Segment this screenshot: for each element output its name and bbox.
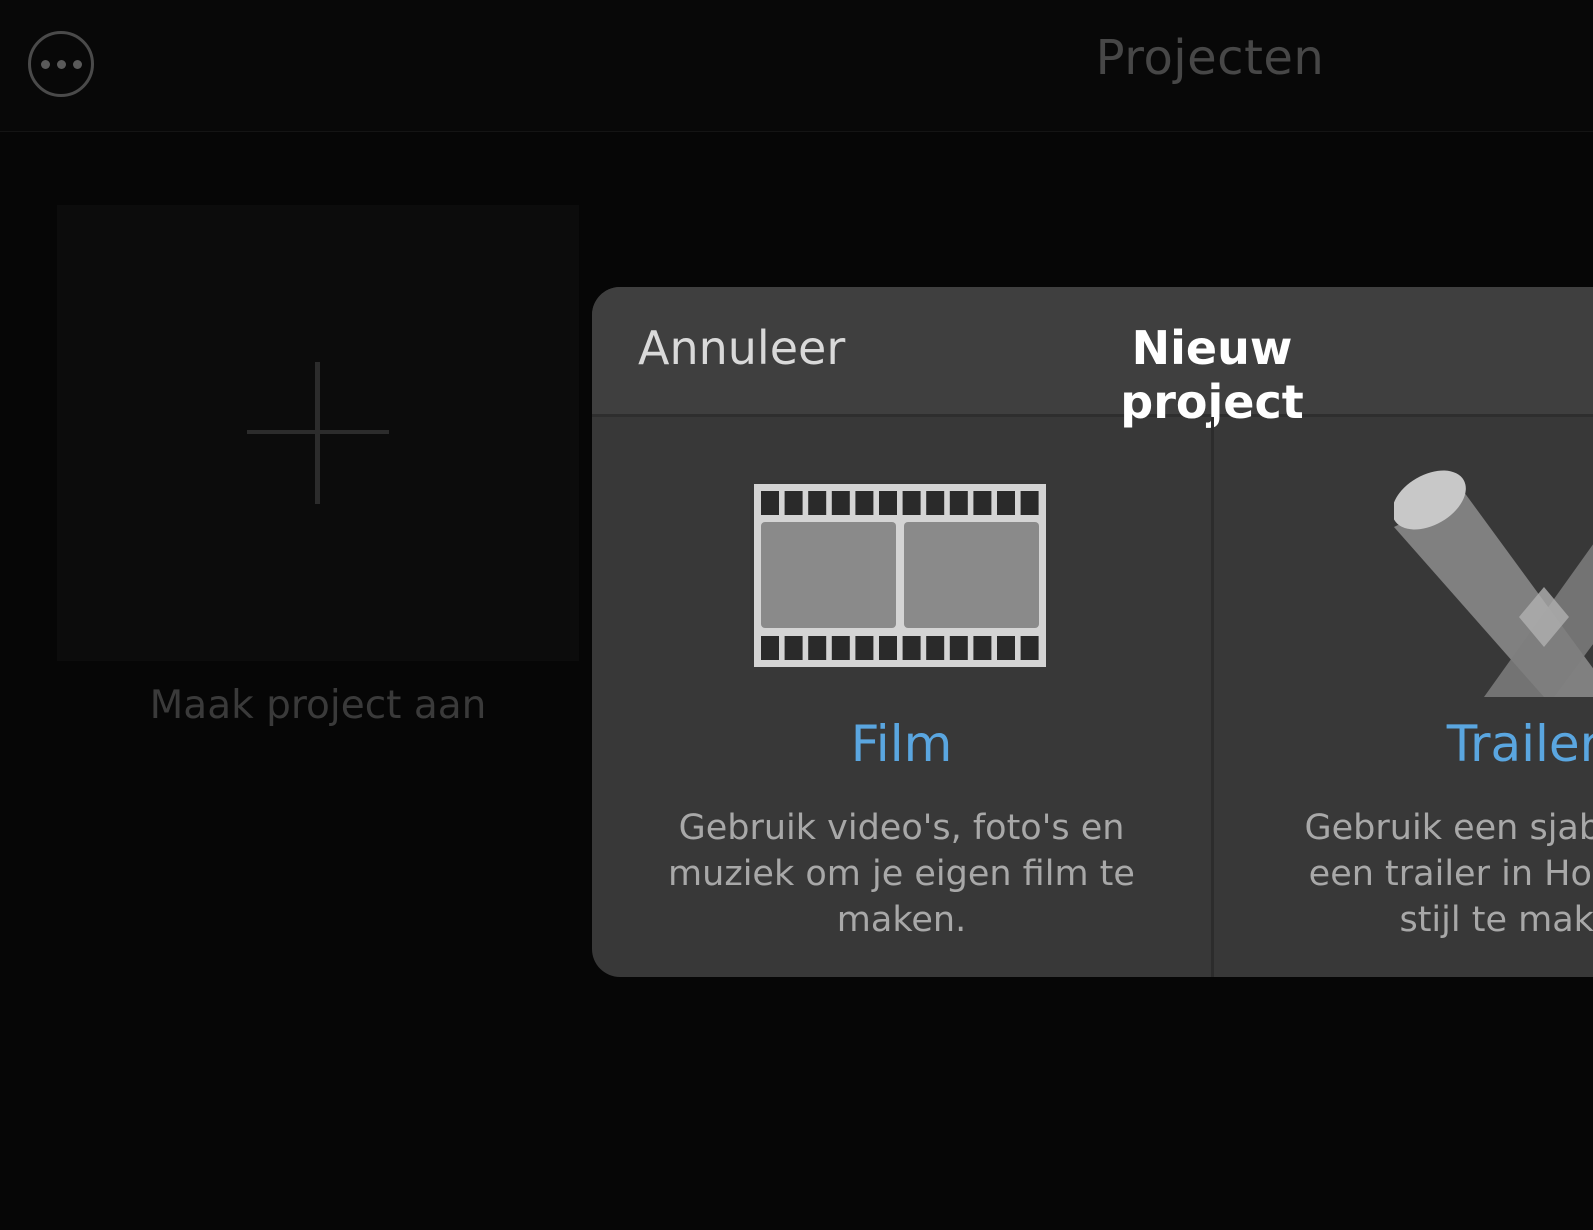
film-option[interactable]: Film Gebruik video's, foto's en muziek o… [592,417,1211,977]
create-project-label[interactable]: Maak project aan [57,683,579,728]
trailer-option-title: Trailer [1446,715,1593,773]
film-option-description: Gebruik video's, foto's en muziek om je … [668,808,1135,940]
trailer-option[interactable]: Trailer Gebruik een sjabloon om een trai… [1214,417,1593,977]
ellipsis-icon [72,59,82,69]
projects-screen: Projecten Maak project aan Annuleer Nieu… [0,0,1593,1230]
film-option-title: Film [850,715,953,773]
ellipsis-icon [56,59,66,69]
page-title: Projecten [1095,30,1325,86]
sheet-header: Annuleer Nieuw project [592,287,1593,429]
cancel-button[interactable]: Annuleer [638,321,845,375]
more-options-button[interactable] [28,31,94,97]
plus-icon [315,362,320,504]
top-bar: Projecten [0,0,1593,132]
sheet-title: Nieuw project [1120,321,1304,429]
ellipsis-icon [40,59,50,69]
create-project-tile[interactable] [57,205,579,661]
film-strip-icon [754,484,1046,667]
new-project-sheet: Annuleer Nieuw project Film Gebruik vide… [592,287,1593,977]
spotlight-icon [1394,470,1593,697]
trailer-option-description: Gebruik een sjabloon om een trailer in H… [1304,808,1593,940]
